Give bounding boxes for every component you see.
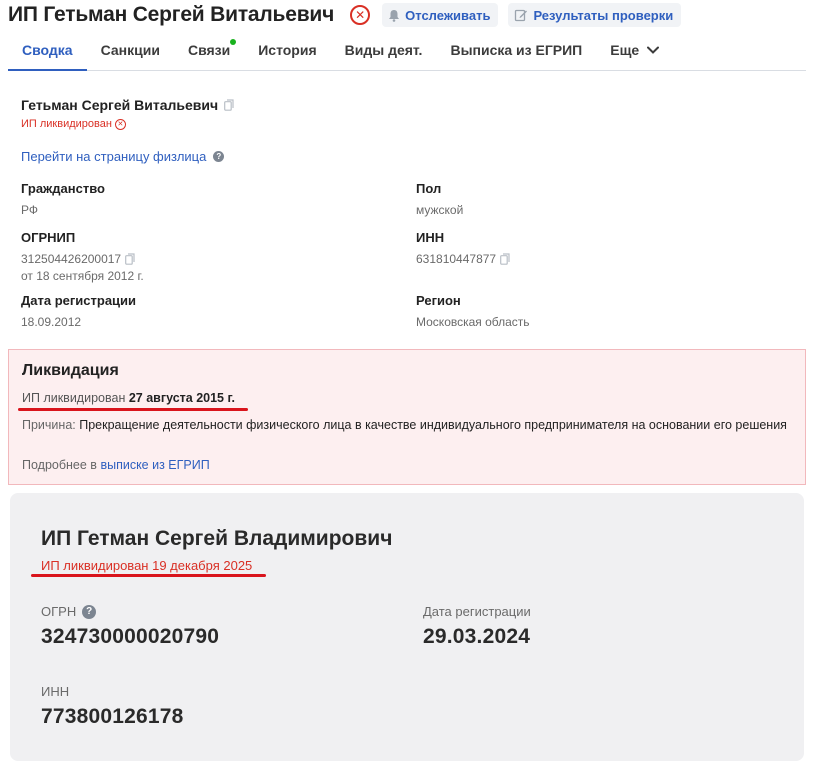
liquidation-date: 27 августа 2015 г. (128, 391, 235, 405)
copy-icon[interactable] (224, 99, 234, 111)
more-prefix: Подробнее в (22, 458, 97, 472)
tab-summary[interactable]: Сводка (8, 30, 87, 71)
track-button-label: Отслеживать (405, 7, 491, 23)
field-value: 324730000020790 (41, 625, 220, 648)
tab-label: Виды деят. (344, 42, 423, 58)
liquidation-date-line: ИП ликвидирован 27 августа 2015 г. (22, 391, 235, 405)
check-results-button[interactable]: Результаты проверки (508, 3, 682, 27)
field-value: 773800126178 (41, 705, 184, 728)
tab-history[interactable]: История (244, 30, 330, 70)
tab-activities[interactable]: Виды деят. (331, 30, 437, 70)
tab-label: История (258, 42, 317, 58)
ogrn-label-text: ОГРН (41, 604, 77, 619)
copy-icon[interactable] (500, 253, 510, 265)
inn-field: ИНН 773800126178 (41, 684, 184, 729)
field-value: 631810447877 (416, 252, 510, 266)
new-indicator-dot (230, 39, 237, 45)
liquidation-notice: Ликвидация ИП ликвидирован 27 августа 20… (8, 349, 806, 485)
citizenship-field: Гражданство РФ (21, 181, 105, 217)
reason-text: Прекращение деятельности физического лиц… (79, 418, 787, 432)
help-icon[interactable]: ? (213, 151, 225, 162)
red-underline-annotation (31, 574, 266, 577)
tab-label: Еще (610, 42, 640, 58)
ogrnip-date: от 18 сентября 2012 г. (21, 269, 144, 283)
registration-date-field: Дата регистрации 29.03.2024 (423, 604, 531, 649)
field-label: Дата регистрации (21, 293, 137, 308)
copy-icon[interactable] (125, 253, 135, 265)
chevron-down-icon (647, 46, 660, 54)
reason-label: Причина: (22, 418, 76, 432)
inn-field: ИНН 631810447877 (416, 230, 510, 266)
egrip-extract-link[interactable]: выписке из ЕГРИП (100, 458, 209, 472)
inn-number: 631810447877 (416, 252, 497, 266)
tab-egrip-extract[interactable]: Выписка из ЕГРИП (436, 30, 596, 70)
close-circle-icon: ✕ (350, 5, 371, 25)
status-text: ИП ликвидирован (21, 118, 112, 130)
field-label: Гражданство (21, 181, 105, 196)
field-label: Регион (416, 293, 461, 308)
field-value: РФ (21, 203, 38, 217)
physical-person-link[interactable]: Перейти на страницу физлица ? (21, 149, 225, 164)
gender-field: Пол мужской (416, 181, 463, 217)
edit-icon (515, 9, 528, 22)
liquidation-reason: Причина: Прекращение деятельности физиче… (22, 417, 792, 434)
tab-label: Связи (187, 42, 231, 58)
status-badge: ИП ликвидирован ✕ (21, 118, 126, 130)
tab-label: Сводка (22, 41, 73, 58)
field-label: Пол (416, 181, 442, 196)
status-badge: ИП ликвидирован 19 декабря 2025 (41, 558, 253, 573)
person-name: Гетьман Сергей Витальевич (21, 97, 234, 113)
check-results-label: Результаты проверки (533, 7, 674, 23)
ogrnip-number: 312504426200017 (21, 252, 122, 266)
liquidation-more: Подробнее в выписке из ЕГРИП (22, 458, 210, 472)
bell-icon (389, 9, 400, 22)
tab-label: Выписка из ЕГРИП (450, 42, 583, 58)
close-circle-icon: ✕ (114, 118, 126, 130)
physical-person-link-text: Перейти на страницу физлица (21, 149, 207, 164)
person-name-text: Гетьман Сергей Витальевич (21, 97, 219, 113)
entrepreneur-info-card: Гетьман Сергей Витальевич ИП ликвидирова… (8, 85, 806, 343)
field-value: 312504426200017 (21, 252, 144, 266)
field-label: ИНН (416, 230, 445, 245)
field-value: 29.03.2024 (423, 625, 531, 648)
tab-more[interactable]: Еще (596, 30, 673, 70)
field-value: мужской (416, 203, 464, 217)
similar-entrepreneur-card: ИП Гетман Сергей Владимирович ИП ликвиди… (10, 493, 804, 761)
liquidation-title: Ликвидация (22, 362, 119, 379)
field-value: 18.09.2012 (21, 315, 82, 329)
tab-connections[interactable]: Связи (174, 30, 244, 70)
red-underline-annotation (18, 408, 248, 411)
page-header: ИП Гетьман Сергей Витальевич ✕ Отслежива… (0, 0, 813, 30)
ogrn-field: ОГРН ? 324730000020790 (41, 604, 219, 649)
field-label: Дата регистрации (423, 604, 531, 619)
liquidation-prefix: ИП ликвидирован (22, 391, 126, 405)
track-button[interactable]: Отслеживать (382, 3, 499, 27)
ogrnip-field: ОГРНИП 312504426200017 от 18 сентября 20… (21, 230, 144, 283)
field-label: ИНН (41, 684, 70, 699)
page-title: ИП Гетьман Сергей Витальевич (8, 3, 335, 26)
field-value: Московская область (416, 315, 530, 329)
field-label: ОГРНИП (21, 230, 76, 245)
field-label: ОГРН ? (41, 604, 219, 619)
registration-date-field: Дата регистрации 18.09.2012 (21, 293, 136, 329)
region-field: Регион Московская область (416, 293, 530, 329)
card-title: ИП Гетман Сергей Владимирович (41, 527, 393, 550)
help-icon[interactable]: ? (82, 604, 97, 619)
tab-sanctions[interactable]: Санкции (87, 30, 174, 70)
tab-bar: Сводка Санкции Связи История Виды деят. … (8, 30, 806, 71)
tab-label: Санкции (100, 42, 160, 58)
